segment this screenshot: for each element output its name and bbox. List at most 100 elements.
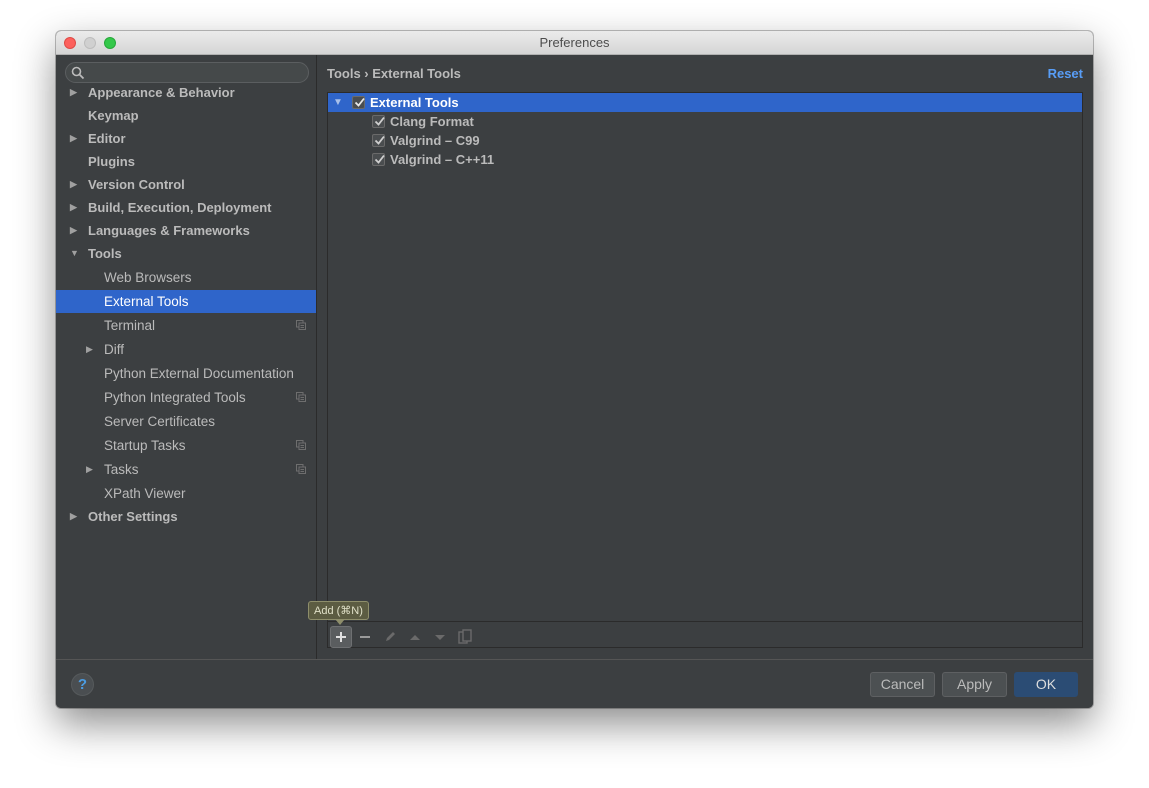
tool-group-checkbox[interactable] [352,96,365,109]
project-level-icon [296,392,306,402]
sidebar-item-label: Server Certificates [104,414,216,429]
help-button[interactable]: ? [71,673,94,696]
sidebar-item-label: Languages & Frameworks [88,223,250,238]
settings-search-input[interactable] [65,62,309,83]
sidebar-item[interactable]: ▶ Languages & Frameworks [56,219,316,242]
collapsed-arrow-icon[interactable]: ▶ [70,219,77,242]
collapsed-arrow-icon[interactable]: ▶ [70,196,77,219]
sidebar-item[interactable]: XPath Viewer [56,482,316,505]
move-up-icon [410,635,420,640]
collapsed-arrow-icon[interactable]: ▶ [86,458,93,481]
sidebar-item-label: Other Settings [88,509,178,524]
apply-button[interactable]: Apply [942,672,1007,697]
checkmark-icon [354,97,365,107]
sidebar-item[interactable]: Startup Tasks [56,434,316,457]
preferences-window: Preferences ▶ Appearance & Behavior Keymap… [56,31,1093,708]
sidebar-item[interactable]: Keymap [56,104,316,127]
tool-checkbox[interactable] [372,134,385,147]
checkmark-icon [374,135,385,145]
expanded-arrow-icon[interactable]: ▼ [333,93,343,112]
sidebar-item-label: Build, Execution, Deployment [88,200,272,215]
collapsed-arrow-icon[interactable]: ▶ [70,173,77,196]
sidebar-item[interactable]: External Tools [56,290,316,313]
close-window-button[interactable] [64,37,76,49]
toolbar-divider [328,621,1082,622]
sidebar-item-label: Tools [88,246,122,261]
add-tool-button[interactable] [330,626,352,648]
move-down-icon [435,635,445,640]
sidebar-item-label: XPath Viewer [104,486,186,501]
collapsed-arrow-icon[interactable]: ▶ [86,338,93,361]
tool-row[interactable]: Valgrind – C++11 [328,150,1082,169]
sidebar-item-label: Python External Documentation [104,366,294,381]
sidebar-item[interactable]: ▶ Tasks [56,458,316,481]
sidebar-item[interactable]: Python Integrated Tools [56,386,316,409]
sidebar-item[interactable]: ▶ Editor [56,127,316,150]
tool-group-label: External Tools [370,95,459,110]
sidebar-item[interactable]: ▶ Version Control [56,173,316,196]
tool-row[interactable]: Clang Format [328,112,1082,131]
sidebar-item[interactable]: ▼ Tools [56,242,316,265]
sidebar-item-label: Web Browsers [104,270,192,285]
minimize-window-button[interactable] [84,37,96,49]
tool-checkbox[interactable] [372,153,385,166]
search-icon [71,66,85,80]
tool-checkbox[interactable] [372,115,385,128]
edit-tool-button[interactable] [379,626,401,648]
external-tools-panel: Tools › External Tools Reset ▼ External … [317,55,1093,659]
sidebar-item[interactable]: ▶ Diff [56,338,316,361]
reset-link[interactable]: Reset [1048,66,1083,81]
move-down-button[interactable] [429,626,451,648]
add-tooltip: Add (⌘N) [308,601,369,625]
edit-icon [386,632,395,641]
sidebar-item-label: Plugins [88,154,135,169]
expanded-arrow-icon[interactable]: ▼ [70,242,79,265]
sidebar-item-label: Terminal [104,318,156,333]
move-up-button[interactable] [404,626,426,648]
checkmark-icon [374,154,385,164]
sidebar-item[interactable]: Plugins [56,150,316,173]
project-level-icon [296,320,306,330]
tool-row[interactable]: Valgrind – C99 [328,131,1082,150]
sidebar-item[interactable]: Server Certificates [56,410,316,433]
sidebar-item-label: Tasks [104,462,139,477]
settings-sidebar: ▶ Appearance & Behavior Keymap ▶ Editor Plugi… [56,55,317,659]
tool-label: Valgrind – C99 [390,133,480,148]
copy-icon [458,629,472,644]
sidebar-item[interactable]: Python External Documentation [56,362,316,385]
project-level-icon [296,440,306,450]
sidebar-item[interactable]: ▶ Build, Execution, Deployment [56,196,316,219]
sidebar-item-label: Editor [88,131,126,146]
collapsed-arrow-icon[interactable]: ▶ [70,505,77,528]
copy-tool-button[interactable] [454,626,476,648]
collapsed-arrow-icon[interactable]: ▶ [70,127,77,150]
sidebar-item-label: Startup Tasks [104,438,186,453]
remove-tool-button[interactable] [354,626,376,648]
collapsed-arrow-icon[interactable]: ▶ [70,81,77,104]
dialog-footer: ? Cancel Apply OK [56,659,1093,708]
zoom-window-button[interactable] [104,37,116,49]
sidebar-item-label: Python Integrated Tools [104,390,246,405]
remove-icon [360,636,370,638]
sidebar-item-label: Version Control [88,177,185,192]
window-title: Preferences [539,35,610,50]
tool-label: Valgrind – C++11 [390,152,495,167]
sidebar-item-label: Keymap [88,108,139,123]
title-bar: Preferences [56,31,1093,55]
sidebar-item[interactable]: Terminal [56,314,316,337]
sidebar-item[interactable]: ▶ Other Settings [56,505,316,528]
checkmark-icon [374,116,385,126]
sidebar-item[interactable]: ▶ Appearance & Behavior [56,81,316,104]
project-level-icon [296,464,306,474]
sidebar-item-label: External Tools [104,294,189,309]
sidebar-item[interactable]: Web Browsers [56,266,316,289]
cancel-button[interactable]: Cancel [870,672,935,697]
tool-label: Clang Format [390,114,474,129]
sidebar-item-label: Appearance & Behavior [88,85,235,100]
ok-button[interactable]: OK [1014,672,1078,697]
external-tools-tree: ▼ External Tools Clang Format Valgrind –… [327,92,1083,648]
sidebar-item-label: Diff [104,342,125,357]
add-icon [336,632,346,642]
tool-group-row[interactable]: ▼ External Tools [328,93,1082,112]
breadcrumb: Tools › External Tools [327,66,461,81]
